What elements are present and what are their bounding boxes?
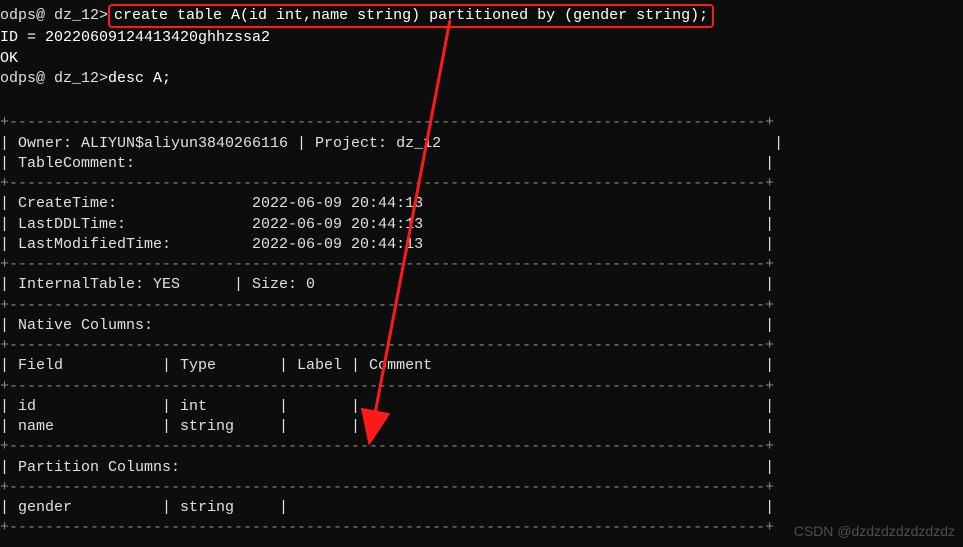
output-ok: OK: [0, 49, 963, 69]
output-id: ID = 20220609124413420ghhzssa2: [0, 28, 963, 48]
col-id-row: | id | int | | |: [0, 397, 963, 417]
border: +---------------------------------------…: [0, 437, 963, 457]
border: +---------------------------------------…: [0, 478, 963, 498]
border: +---------------------------------------…: [0, 113, 963, 133]
prompt-prefix-2: odps@ dz_12>: [0, 69, 108, 89]
lastddl-row: | LastDDLTime: 2022-06-09 20:44:13 |: [0, 215, 963, 235]
blank-before-table: [0, 89, 963, 109]
border: +---------------------------------------…: [0, 377, 963, 397]
watermark: CSDN @dzdzdzdzdzdzdz: [794, 522, 955, 541]
owner-row: | Owner: ALIYUN$aliyun3840266116 | Proje…: [0, 134, 963, 154]
desc-table-output: +---------------------------------------…: [0, 113, 963, 538]
prompt-line-2: odps@ dz_12> desc A;: [0, 69, 963, 89]
command-highlight-box: create table A(id int,name string) parti…: [108, 4, 714, 28]
create-table-command[interactable]: create table A(id int,name string) parti…: [114, 7, 708, 24]
border: +---------------------------------------…: [0, 336, 963, 356]
partition-cols-row: | Partition Columns: |: [0, 458, 963, 478]
col-gender-row: | gender | string | |: [0, 498, 963, 518]
createtime-row: | CreateTime: 2022-06-09 20:44:13 |: [0, 194, 963, 214]
comment-row: | TableComment: |: [0, 154, 963, 174]
native-cols-row: | Native Columns: |: [0, 316, 963, 336]
col-name-row: | name | string | | |: [0, 417, 963, 437]
lastmod-row: | LastModifiedTime: 2022-06-09 20:44:13 …: [0, 235, 963, 255]
prompt-line-1: odps@ dz_12> create table A(id int,name …: [0, 4, 963, 28]
prompt-prefix-1: odps@ dz_12>: [0, 6, 108, 26]
column-header-row: | Field | Type | Label | Comment |: [0, 356, 963, 376]
internal-row: | InternalTable: YES | Size: 0 |: [0, 275, 963, 295]
border: +---------------------------------------…: [0, 255, 963, 275]
desc-command[interactable]: desc A;: [108, 69, 171, 89]
border: +---------------------------------------…: [0, 174, 963, 194]
border: +---------------------------------------…: [0, 296, 963, 316]
